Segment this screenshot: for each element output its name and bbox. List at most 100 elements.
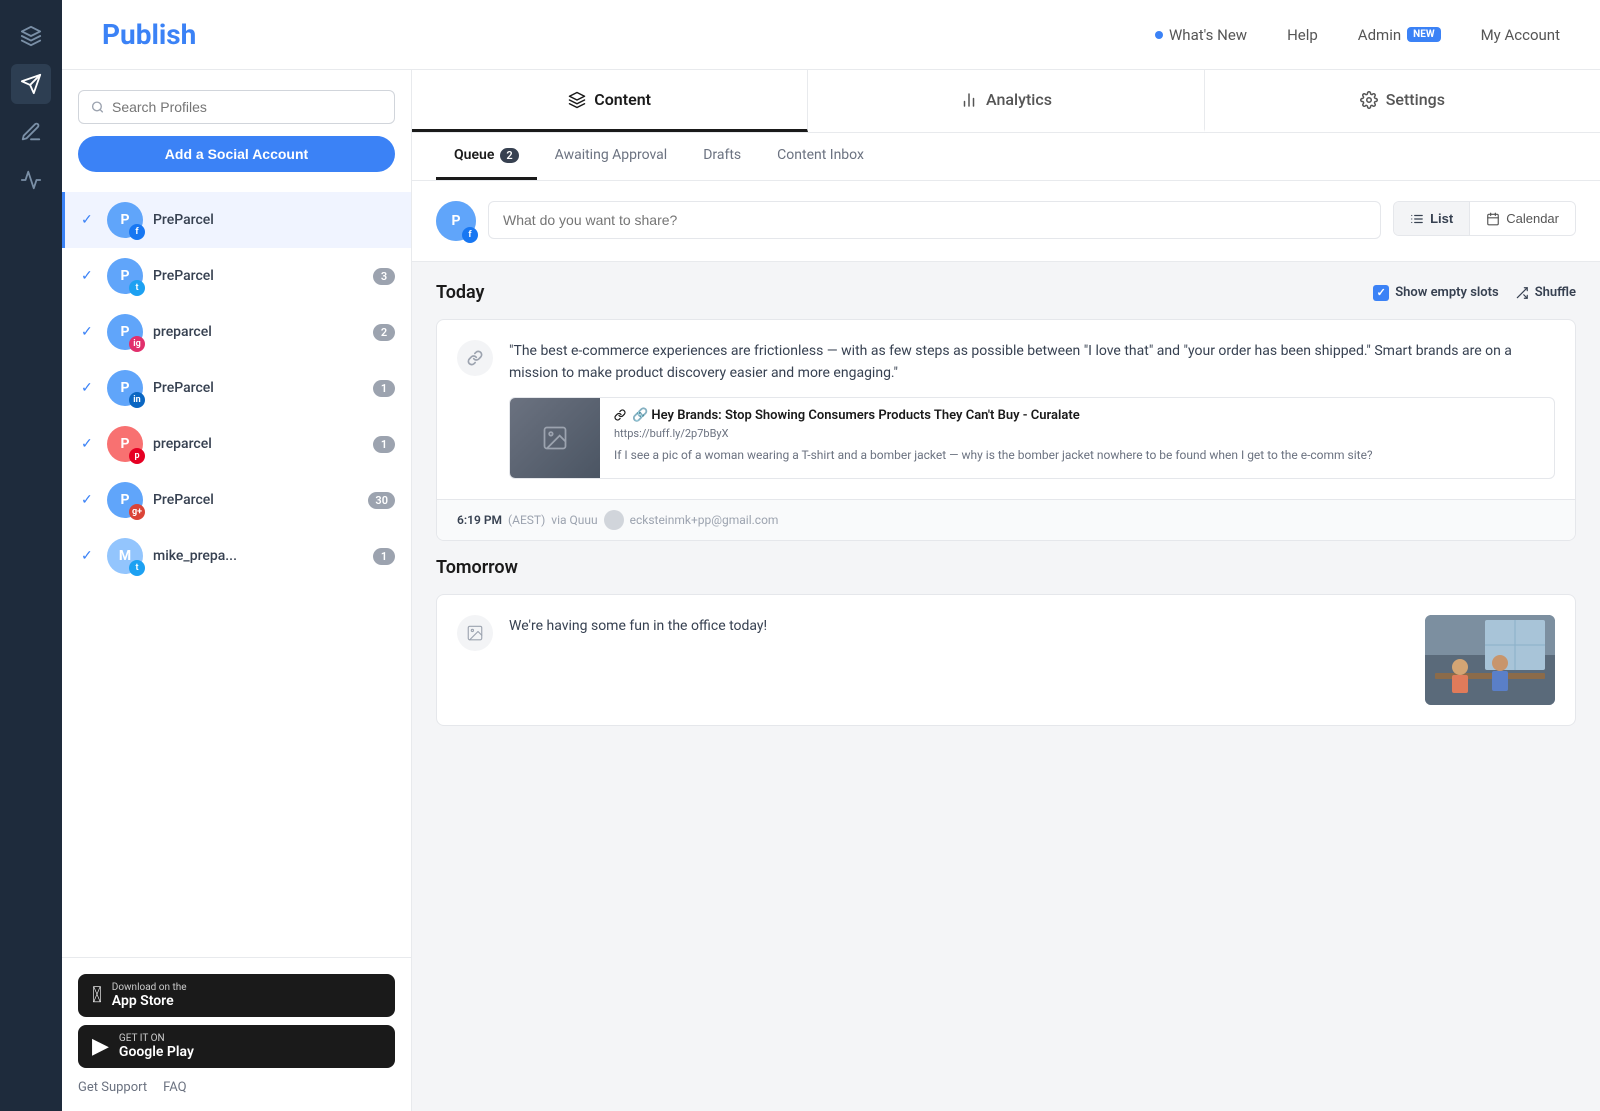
tab-drafts[interactable]: Drafts [685,133,759,180]
post-icon-col-tomorrow [457,615,493,705]
office-photo [1425,615,1555,705]
whats-new-dot [1155,31,1163,39]
gp-badge: g+ [129,504,145,520]
tab-settings[interactable]: Settings [1205,70,1600,132]
account-count: 1 [373,436,395,453]
tw-badge: t [129,560,145,576]
meta-avatar [604,510,624,530]
sidebar-footer:  Download on the App Store ▶ GET IT ON … [62,957,411,1111]
account-name: mike_prepa... [153,548,363,564]
account-name: PreParcel [153,212,395,228]
today-label: Today [436,282,485,303]
avatar-container: P ig [107,314,143,350]
link-preview-image [510,398,600,478]
show-empty-slots-toggle[interactable]: ✓ Show empty slots [1373,285,1499,301]
search-icon [91,100,104,114]
tab-analytics[interactable]: Analytics [808,70,1204,132]
tab-content-inbox[interactable]: Content Inbox [759,133,882,180]
shuffle-icon [1515,286,1529,300]
whats-new-link[interactable]: What's New [1155,26,1247,44]
post-author: ecksteinmk+pp@gmail.com [630,513,779,527]
post-time: 6:19 PM [457,513,502,527]
gear-icon [1360,91,1378,109]
account-name: PreParcel [153,492,358,508]
avatar-container: P p [107,426,143,462]
compose-fb-badge: f [462,227,478,243]
account-item[interactable]: ✓ M t mike_prepa... 1 [62,528,411,584]
account-item[interactable]: ✓ P t PreParcel 3 [62,248,411,304]
post-meta: 6:19 PM (AEST) via Quuu ecksteinmk+pp@gm… [437,499,1575,540]
post-card-tomorrow: We're having some fun in the office toda… [436,594,1576,726]
post-content: "The best e-commerce experiences are fri… [509,340,1555,479]
tab-queue[interactable]: Queue 2 [436,133,537,180]
app-logo[interactable]: Publish [102,18,196,51]
account-item[interactable]: ✓ P g+ PreParcel 30 [62,472,411,528]
post-image-preview [1425,615,1555,705]
google-play-text: GET IT ON Google Play [119,1033,194,1060]
today-section-header: Today ✓ Show empty slots [436,282,1576,303]
account-name: PreParcel [153,380,363,396]
post-link-preview[interactable]: 🔗 Hey Brands: Stop Showing Consumers Pro… [509,397,1555,479]
app-store-text: Download on the App Store [112,982,187,1009]
calendar-view-button[interactable]: Calendar [1470,202,1575,235]
my-account-link[interactable]: My Account [1481,26,1560,44]
image-icon [457,615,493,651]
faq-link[interactable]: FAQ [163,1080,186,1095]
list-view-button[interactable]: List [1394,202,1470,235]
link-preview-url: https://buff.ly/2p7bByX [614,427,1540,440]
compose-input[interactable] [488,201,1381,239]
account-item[interactable]: ✓ P p preparcel 1 [62,416,411,472]
app-store-button[interactable]:  Download on the App Store [78,974,395,1017]
check-icon: ✓ [81,548,97,564]
tab-content[interactable]: Content [412,70,808,132]
post-card-inner: "The best e-commerce experiences are fri… [437,320,1575,499]
avatar-container: P in [107,370,143,406]
account-item[interactable]: ✓ P in PreParcel 1 [62,360,411,416]
layers-icon [568,91,586,109]
google-play-button[interactable]: ▶ GET IT ON Google Play [78,1025,395,1068]
account-count: 2 [373,324,395,341]
avatar-container: P g+ [107,482,143,518]
post-text-tomorrow: We're having some fun in the office toda… [509,615,1409,637]
add-account-button[interactable]: Add a Social Account [78,136,395,172]
check-icon: ✓ [81,436,97,452]
search-input[interactable] [112,99,382,115]
post-via: via Quuu [551,513,597,527]
post-card-inner-tomorrow: We're having some fun in the office toda… [437,595,1575,725]
search-box[interactable] [78,90,395,124]
google-play-icon: ▶ [92,1034,109,1059]
post-text: "The best e-commerce experiences are fri… [509,340,1555,385]
icon-bar-publish[interactable] [11,64,51,104]
icon-bar-analytics[interactable] [11,160,51,200]
post-icon-col [457,340,493,479]
post-timezone: (AEST) [508,513,545,527]
account-count: 3 [373,268,395,285]
view-toggle: List Calendar [1393,201,1576,236]
checkbox-checked: ✓ [1373,285,1389,301]
link-preview-placeholder [510,398,600,478]
list-icon [1410,212,1424,226]
help-link[interactable]: Help [1287,26,1318,44]
account-item[interactable]: ✓ P f PreParcel [62,192,411,248]
account-name: preparcel [153,324,363,340]
tab-awaiting[interactable]: Awaiting Approval [537,133,686,180]
icon-bar [0,0,62,1111]
sidebar-top: Add a Social Account [62,70,411,192]
account-name: preparcel [153,436,363,452]
fb-badge: f [129,224,145,240]
li-badge: in [129,392,145,408]
compose-area: P f List [412,181,1600,262]
get-support-link[interactable]: Get Support [78,1080,147,1095]
main-content: Content Analytics Settings [412,70,1600,1111]
feed: Today ✓ Show empty slots [412,262,1600,1111]
account-count: 30 [368,492,395,509]
queue-count-badge: 2 [500,148,518,163]
shuffle-button[interactable]: Shuffle [1515,285,1576,300]
account-item[interactable]: ✓ P ig preparcel 2 [62,304,411,360]
check-icon: ✓ [81,380,97,396]
top-header: Publish What's New Help Admin NEW My Acc… [62,0,1600,70]
admin-link[interactable]: Admin NEW [1358,26,1441,44]
icon-bar-layers[interactable] [11,16,51,56]
icon-bar-edit[interactable] [11,112,51,152]
account-name: PreParcel [153,268,363,284]
